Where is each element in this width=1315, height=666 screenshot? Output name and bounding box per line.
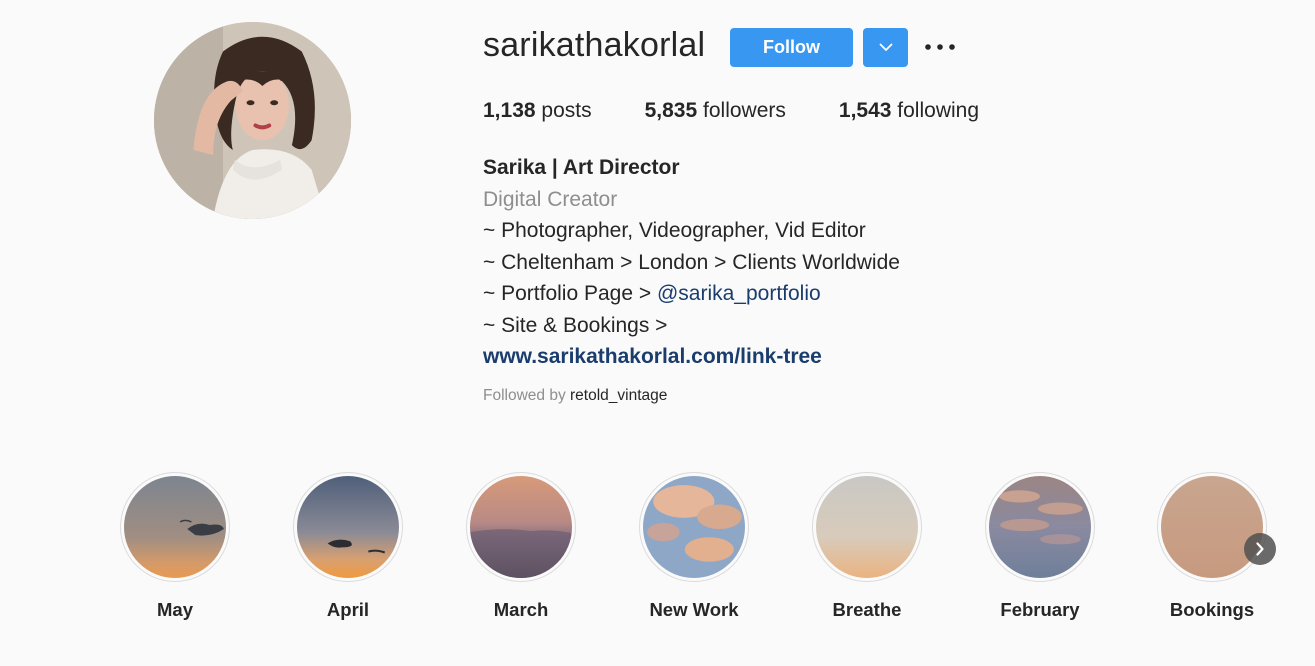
profile-photo: [154, 22, 351, 219]
bio-line: ~ Portfolio Page > @sarika_portfolio: [483, 278, 900, 310]
highlight-ring: [293, 472, 403, 582]
profile-category: Digital Creator: [483, 187, 618, 211]
bio-line: ~ Site & Bookings >: [483, 313, 668, 337]
highlight-ring: [985, 472, 1095, 582]
highlight-item[interactable]: New Work: [614, 472, 774, 621]
highlight-label: New Work: [649, 599, 739, 620]
bio-line: ~ Photographer, Videographer, Vid Editor: [483, 219, 866, 242]
highlight-label: Bookings: [1169, 599, 1255, 620]
highlight-item[interactable]: February: [960, 472, 1120, 621]
highlight-label: February: [1000, 599, 1080, 620]
highlight-item[interactable]: April: [268, 472, 428, 621]
highlight-label: April: [326, 599, 370, 620]
followed-by[interactable]: Followed by retold_vintage: [483, 387, 667, 405]
followed-by-user: retold_vintage: [570, 387, 668, 404]
chevron-right-icon: [1256, 542, 1264, 556]
profile-stats: 1,138 posts 5,835 followers 1,543 follow…: [483, 99, 1032, 123]
profile-avatar[interactable]: [154, 22, 351, 219]
stat-label: following: [897, 99, 980, 122]
highlight-cover: [124, 476, 226, 578]
highlight-ring: [812, 472, 922, 582]
stat-label: posts: [541, 99, 592, 122]
highlight-item[interactable]: March: [441, 472, 601, 621]
highlight-label: March: [493, 599, 549, 620]
bio-mention-link[interactable]: @sarika_portfolio: [657, 282, 821, 305]
stat-following[interactable]: 1,543 following: [839, 99, 979, 123]
options-button[interactable]: [920, 30, 960, 64]
profile-full-name: Sarika | Art Director: [483, 156, 680, 179]
profile-bio: Sarika | Art Director Digital Creator ~ …: [483, 152, 900, 373]
stat-posts: 1,138 posts: [483, 99, 592, 123]
highlight-cover: [297, 476, 399, 578]
highlight-ring: [1157, 472, 1267, 582]
story-highlights: May April March New Work Breathe Februar…: [0, 472, 1315, 632]
suggested-accounts-button[interactable]: [863, 28, 908, 67]
stat-followers[interactable]: 5,835 followers: [645, 99, 786, 123]
highlight-item[interactable]: May: [95, 472, 255, 621]
highlight-cover: [1161, 476, 1263, 578]
chevron-down-icon: [879, 43, 892, 51]
stat-count: 1,543: [838, 99, 892, 122]
highlight-cover: [816, 476, 918, 578]
bio-line-text: ~ Portfolio Page >: [483, 282, 657, 305]
stat-count: 1,138: [483, 99, 536, 122]
highlight-cover: [989, 476, 1091, 578]
followed-by-prefix: Followed by: [483, 387, 571, 404]
highlight-cover: [643, 476, 745, 578]
highlight-label: May: [157, 599, 193, 620]
stat-count: 5,835: [644, 99, 698, 122]
more-horizontal-icon: [925, 44, 955, 50]
bio-website-link[interactable]: www.sarikathakorlal.com/link-tree: [483, 341, 900, 373]
bio-line: ~ Cheltenham > London > Clients Worldwid…: [483, 250, 900, 274]
highlight-label: Breathe: [832, 599, 902, 620]
highlights-next-button[interactable]: [1244, 533, 1276, 565]
highlight-cover: [470, 476, 572, 578]
stat-label: followers: [703, 99, 786, 122]
highlight-ring: [120, 472, 230, 582]
highlight-ring: [466, 472, 576, 582]
highlight-ring: [639, 472, 749, 582]
follow-button[interactable]: Follow: [730, 28, 853, 67]
highlight-item[interactable]: Breathe: [787, 472, 947, 621]
profile-username: sarikathakorlal: [483, 26, 706, 64]
